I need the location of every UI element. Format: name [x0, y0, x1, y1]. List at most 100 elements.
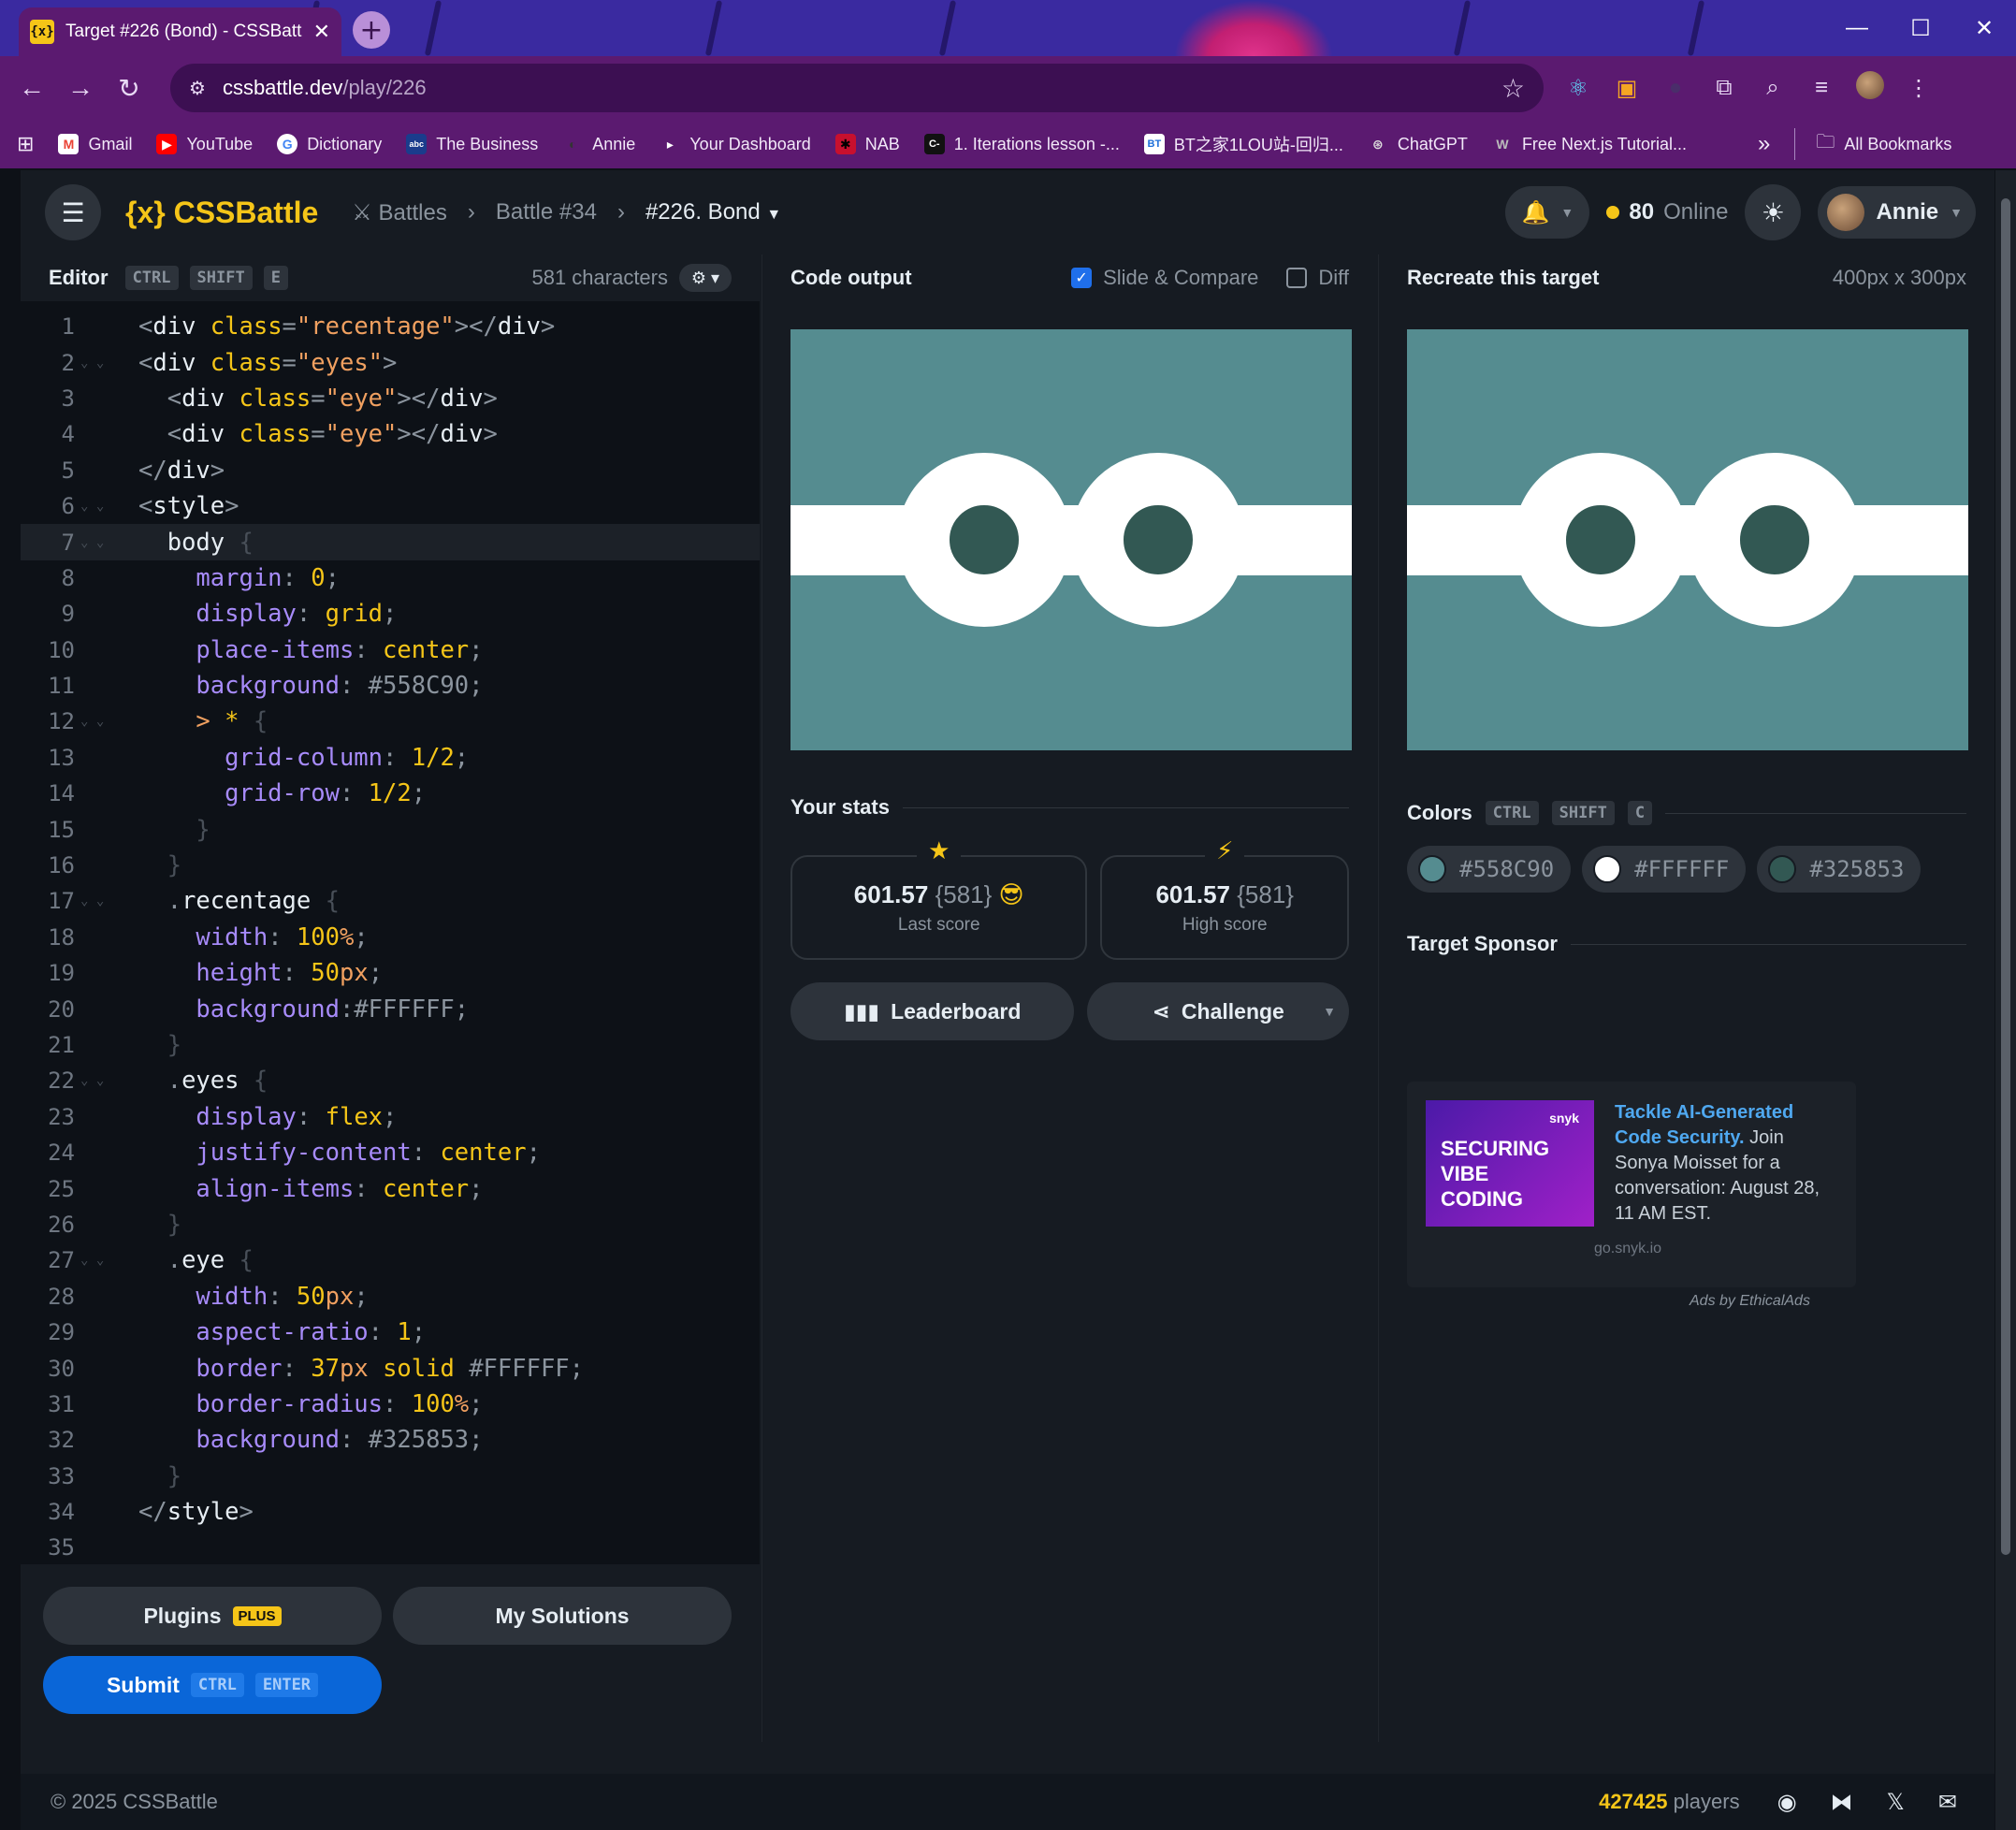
- react-devtools-icon[interactable]: ⚛: [1562, 75, 1594, 102]
- window-controls: — ☐ ✕: [1825, 0, 2016, 56]
- bookmark-star-icon[interactable]: ☆: [1501, 73, 1525, 104]
- cssbattle-logo[interactable]: {x} CSSBattle: [125, 196, 318, 230]
- lightning-icon: ⚡: [1205, 836, 1245, 865]
- ad-brand: snyk: [1549, 1111, 1579, 1126]
- close-window-button[interactable]: ✕: [1952, 0, 2016, 56]
- extensions-puzzle-icon[interactable]: ⧉: [1708, 75, 1740, 101]
- all-bookmarks[interactable]: 🗀 All Bookmarks: [1794, 128, 1951, 160]
- high-score-label: High score: [1182, 914, 1268, 935]
- site-settings-icon[interactable]: ⚙: [189, 77, 206, 100]
- user-menu[interactable]: Annie ▼: [1818, 186, 1976, 239]
- extension-dark-icon[interactable]: ●: [1660, 75, 1691, 101]
- color-swatch[interactable]: #FFFFFF: [1582, 846, 1747, 893]
- code-output-render[interactable]: [790, 329, 1352, 750]
- crumb-battle[interactable]: Battle #34: [496, 199, 597, 225]
- slide-compare-checkbox[interactable]: ✓: [1071, 268, 1093, 288]
- menu-hamburger-icon[interactable]: ☰: [45, 184, 101, 240]
- kbd-key: CTRL: [1485, 801, 1539, 825]
- theme-sun-icon[interactable]: ☀: [1745, 184, 1802, 240]
- abc-icon: abc: [406, 134, 428, 154]
- code-editor[interactable]: 1 <div class="recentage"></div> 2 ⌄ ⌄ <div …: [21, 301, 760, 1566]
- avatar: [1827, 194, 1865, 231]
- kbd-key: SHIFT: [1551, 801, 1615, 825]
- back-icon[interactable]: ←: [7, 64, 56, 112]
- last-score-label: Last score: [897, 914, 980, 935]
- kbd-key: E: [263, 266, 288, 290]
- reading-list-icon[interactable]: ≡: [1806, 75, 1837, 101]
- notifications-button[interactable]: 🔔 ▼: [1505, 186, 1590, 239]
- bookmark-the-business[interactable]: abc The Business: [406, 134, 538, 154]
- chevron-down-icon: ▼: [1560, 205, 1574, 220]
- player-count: 427425 players: [1599, 1790, 1740, 1813]
- sponsor-ad[interactable]: snyk SECURING VIBE CODING Tackle AI-Gene…: [1407, 1082, 1856, 1287]
- sunglasses-emoji-icon: 😎: [998, 879, 1024, 908]
- online-status: 80 Online: [1606, 199, 1728, 225]
- chevron-right-icon: ›: [616, 199, 625, 225]
- url-host: cssbattle.dev: [222, 76, 343, 99]
- editor-settings-gear-icon[interactable]: ⚙ ▾: [679, 264, 732, 292]
- browser-tab[interactable]: {x} Target #226 (Bond) - CSSBattle ✕: [19, 7, 341, 56]
- extension-icon[interactable]: ▣: [1611, 75, 1643, 102]
- submit-button[interactable]: Submit CTRL ENTER: [43, 1656, 382, 1714]
- bookmark-youtube[interactable]: ▶ YouTube: [156, 134, 253, 154]
- ad-image[interactable]: snyk SECURING VIBE CODING: [1426, 1100, 1594, 1227]
- minimize-button[interactable]: —: [1825, 0, 1889, 56]
- high-score-value: 601.57 {581}: [1155, 879, 1294, 908]
- bookmark-nab[interactable]: ✱ NAB: [834, 134, 900, 154]
- new-tab-button[interactable]: +: [353, 11, 390, 49]
- color-swatch[interactable]: #325853: [1757, 846, 1922, 893]
- bookmarks-bar: ⊞ M Gmail ▶ YouTube G Dictionary abc The Bus…: [0, 120, 2016, 168]
- last-score-value: 601.57 {581} 😎: [853, 879, 1024, 908]
- plugins-button[interactable]: Plugins PLUS: [43, 1587, 382, 1645]
- crumb-battles[interactable]: ⚔ Battles: [352, 199, 447, 226]
- bookmark-chatgpt[interactable]: ⊛ ChatGPT: [1368, 134, 1468, 154]
- my-solutions-button[interactable]: My Solutions: [393, 1587, 732, 1645]
- menu-dots-icon[interactable]: ⋮: [1903, 75, 1935, 102]
- stats-header: Your stats: [790, 795, 1349, 820]
- social-links: ◉ ⧓ 𝕏 ✉: [1777, 1789, 1957, 1816]
- editor-header: Editor CTRL SHIFT E 581 characters ⚙ ▾: [21, 254, 760, 301]
- reload-icon[interactable]: ↻: [105, 64, 153, 112]
- address-bar[interactable]: ⚙ cssbattle.dev/play/226 ☆: [170, 64, 1544, 112]
- bookmark-dictionary[interactable]: G Dictionary: [277, 134, 382, 154]
- bookmark-annie[interactable]: ◐ Annie: [562, 134, 635, 154]
- target-eye: [1688, 453, 1862, 627]
- chevron-down-icon[interactable]: ▼: [1323, 1004, 1336, 1019]
- chevron-down-icon: ▼: [766, 207, 782, 223]
- bookmarks-overflow-icon[interactable]: »: [1758, 131, 1770, 157]
- color-dot: [1768, 855, 1797, 883]
- x-twitter-icon[interactable]: 𝕏: [1887, 1789, 1905, 1816]
- target-size: 400px x 300px: [1832, 266, 1966, 289]
- header-right: 🔔 ▼ 80 Online ☀ Annie ▼: [1505, 184, 1976, 240]
- cast-search-icon[interactable]: ⌕: [1757, 75, 1789, 101]
- tab-close-icon[interactable]: ✕: [313, 20, 330, 44]
- maximize-button[interactable]: ☐: [1889, 0, 1952, 56]
- forward-icon[interactable]: →: [56, 64, 105, 112]
- scrollbar-thumb[interactable]: [2001, 198, 2010, 1555]
- apps-grid-icon[interactable]: ⊞: [17, 132, 34, 156]
- color-swatch[interactable]: #558C90: [1407, 846, 1572, 893]
- page-scrollbar[interactable]: [1995, 170, 2016, 1830]
- bookmark-gmail[interactable]: M Gmail: [58, 134, 132, 154]
- bookmark-nextjs[interactable]: W Free Next.js Tutorial...: [1492, 134, 1687, 154]
- profile-avatar[interactable]: [1854, 70, 1886, 106]
- divider: [902, 806, 1349, 808]
- bookmark-bt[interactable]: BT BT之家1LOU站-回归...: [1143, 132, 1343, 156]
- swords-icon: ⚔: [352, 199, 372, 225]
- email-icon[interactable]: ✉: [1938, 1789, 1957, 1816]
- diff-checkbox[interactable]: [1286, 268, 1308, 288]
- ad-domain[interactable]: go.snyk.io: [1594, 1241, 1661, 1257]
- challenge-button[interactable]: ⋖ Challenge ▼: [1087, 982, 1349, 1040]
- discord-icon[interactable]: ◉: [1777, 1789, 1797, 1816]
- bookmark-dashboard[interactable]: ▸ Your Dashboard: [660, 134, 811, 154]
- webflow-icon: W: [1496, 137, 1509, 152]
- target-image: [1407, 329, 1968, 750]
- kbd-key: ENTER: [254, 1673, 319, 1697]
- leaderboard-button[interactable]: ▮▮▮ Leaderboard: [790, 982, 1075, 1040]
- divider: [1665, 812, 1966, 814]
- bluesky-butterfly-icon[interactable]: ⧓: [1831, 1789, 1853, 1816]
- ads-by-link[interactable]: Ads by EthicalAds: [1690, 1293, 1810, 1310]
- crumb-target[interactable]: #226. Bond ▼: [645, 199, 781, 225]
- bookmark-iterations[interactable]: C- 1. Iterations lesson -...: [923, 134, 1120, 154]
- ad-text[interactable]: Tackle AI-Generated Code Security. Join …: [1615, 1100, 1839, 1227]
